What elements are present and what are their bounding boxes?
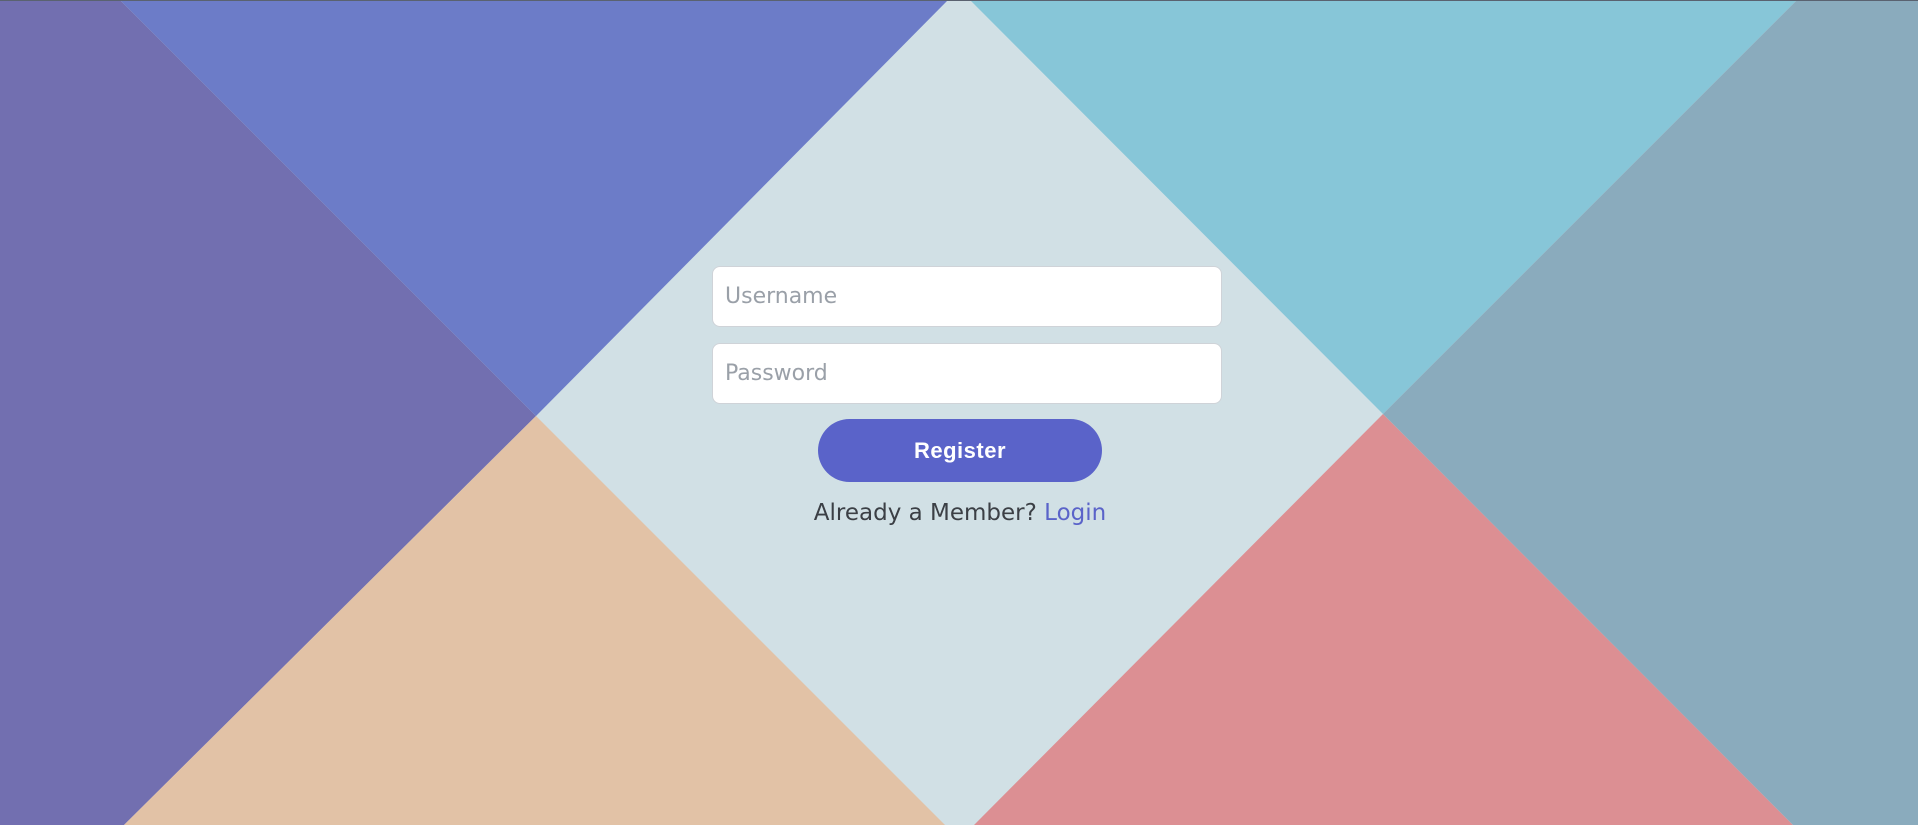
login-prompt: Already a Member? Login: [712, 500, 1208, 526]
top-border-line: [0, 0, 1918, 1]
register-form: Register Already a Member? Login: [712, 266, 1222, 526]
password-input[interactable]: [712, 343, 1222, 404]
login-link[interactable]: Login: [1044, 500, 1106, 526]
already-member-text: Already a Member?: [813, 500, 1045, 526]
register-button-container: Register: [712, 419, 1208, 482]
username-input[interactable]: [712, 266, 1222, 327]
login-page: Register Already a Member? Login: [0, 0, 1918, 825]
register-button[interactable]: Register: [818, 419, 1102, 482]
